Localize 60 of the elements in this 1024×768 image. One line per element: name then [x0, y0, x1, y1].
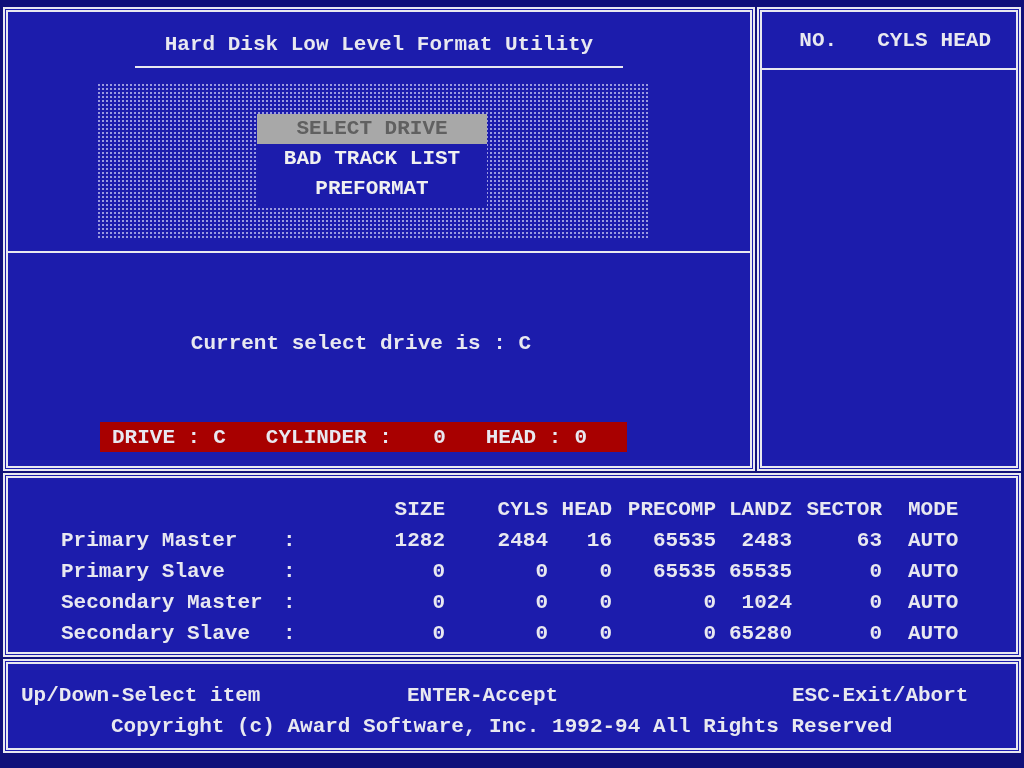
table-cell-text: 0 — [598, 559, 612, 585]
table-cell-text: 0 — [868, 590, 882, 616]
copyright-text: Copyright (c) Award Software, Inc. 1992-94 All Rights Reserved — [111, 714, 894, 740]
table-cell-text: 2483 — [740, 528, 792, 554]
table-cell-text: 0 — [868, 621, 882, 647]
column-header: HEAD — [560, 497, 612, 523]
table-cell-text: 0 — [534, 621, 548, 647]
drive-label: Primary Master — [61, 528, 239, 554]
table-cell-text: 16 — [585, 528, 612, 554]
table-cell-text: 0 — [534, 590, 548, 616]
table-cell-text: 0 — [598, 590, 612, 616]
table-cell-text: 0 — [431, 621, 445, 647]
table-cell-text: 0 — [868, 559, 882, 585]
column-header: PRECOMP — [626, 497, 716, 523]
key-hint: ENTER-Accept — [407, 683, 560, 709]
table-cell-text: 0 — [534, 559, 548, 585]
key-hint: Up/Down-Select item — [21, 683, 262, 709]
column-header: MODE — [907, 497, 960, 523]
table-cell-text: 2484 — [496, 528, 548, 554]
table-cell-text: 0 — [598, 621, 612, 647]
current-drive-text: Current select drive is : C — [190, 331, 532, 357]
table-cell-text: 0 — [702, 590, 716, 616]
status-label: HEAD : — [485, 425, 562, 449]
column-header: CYLS — [877, 28, 928, 54]
table-cell-text: AUTO — [907, 559, 960, 585]
separator: : — [283, 621, 297, 647]
column-header: CYLS — [496, 497, 548, 523]
table-cell-text: 0 — [431, 590, 445, 616]
column-header: NO. — [799, 28, 838, 54]
key-hint: ESC-Exit/Abort — [792, 683, 970, 709]
column-header: SECTOR — [805, 497, 882, 523]
table-cell-text: 1282 — [393, 528, 445, 554]
status-value: 0 — [432, 425, 446, 449]
status-label: DRIVE : — [112, 425, 201, 449]
separator: : — [283, 528, 297, 554]
table-cell-text: 0 — [702, 621, 716, 647]
column-header: HEAD — [940, 28, 991, 54]
table-cell-text: 65535 — [652, 559, 716, 585]
menu-item[interactable]: BAD TRACK LIST — [257, 144, 487, 174]
table-cell-text: 65280 — [728, 621, 792, 647]
utility-title: Hard Disk Low Level Format Utility — [164, 32, 594, 58]
table-cell-text: 0 — [431, 559, 445, 585]
column-header: SIZE — [393, 497, 445, 523]
table-cell-text: AUTO — [907, 590, 960, 616]
column-header: LANDZ — [728, 497, 792, 523]
table-cell-text: 1024 — [740, 590, 792, 616]
drive-label: Secondary Slave — [61, 621, 252, 647]
status-value: 0 — [574, 425, 587, 449]
table-cell-text: 63 — [855, 528, 882, 554]
table-cell-text: 65535 — [728, 559, 792, 585]
table-cell-text: AUTO — [907, 621, 960, 647]
drive-label: Primary Slave — [61, 559, 226, 585]
table-cell-text: 65535 — [652, 528, 716, 554]
separator: : — [283, 559, 297, 585]
separator: : — [283, 590, 297, 616]
menu-item[interactable]: PREFORMAT — [257, 174, 487, 204]
table-cell-text: AUTO — [907, 528, 960, 554]
status-value: C — [213, 425, 226, 449]
drive-label: Secondary Master — [61, 590, 264, 616]
status-label: CYLINDER : — [265, 425, 392, 449]
